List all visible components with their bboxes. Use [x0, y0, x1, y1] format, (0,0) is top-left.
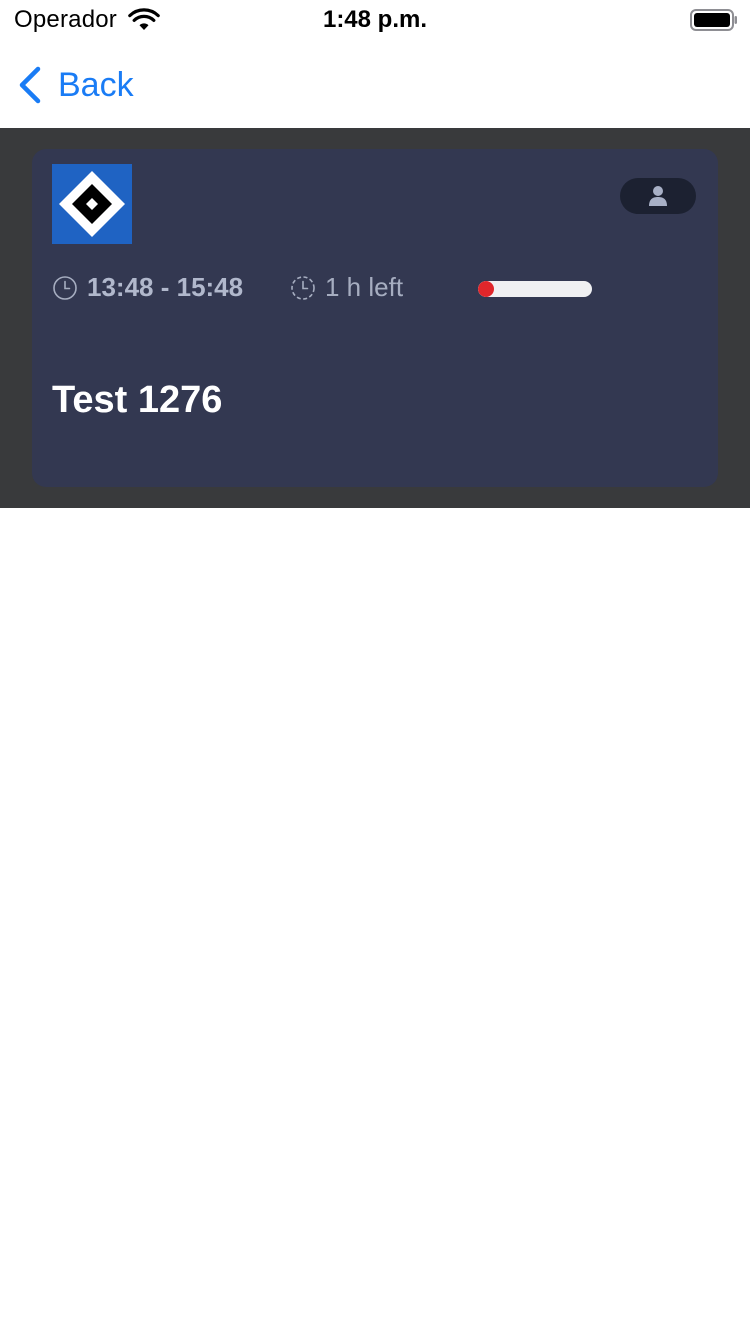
time-left-group: 1 h left	[290, 272, 403, 303]
status-time: 1:48 p.m.	[322, 6, 428, 33]
person-icon	[649, 186, 667, 206]
time-range-group: 13:48 - 15:48	[52, 272, 243, 303]
clock-icon	[53, 275, 77, 300]
battery-icon	[690, 9, 737, 31]
status-bar: Operador 1:48 p.m.	[0, 0, 750, 40]
timer-icon	[291, 275, 315, 300]
participants-button[interactable]	[620, 178, 696, 214]
time-range: 13:48 - 15:48	[87, 272, 244, 302]
event-card[interactable]: 13:48 - 15:48 1 h left Test 1276	[32, 149, 718, 487]
time-progress-fill	[478, 281, 494, 297]
diamond-logo-icon	[59, 171, 125, 237]
back-label: Back	[58, 65, 134, 104]
time-progress-bar	[478, 281, 592, 297]
event-meta-row: 13:48 - 15:48 1 h left	[52, 272, 702, 302]
team-logo	[52, 164, 132, 244]
event-title: Test 1276	[52, 379, 223, 421]
chevron-left-icon	[19, 66, 41, 104]
time-left: 1 h left	[325, 272, 404, 302]
event-header-section: 13:48 - 15:48 1 h left Test 1276	[0, 128, 750, 508]
navigation-bar: Back	[0, 40, 750, 128]
back-button[interactable]: Back	[14, 62, 134, 108]
